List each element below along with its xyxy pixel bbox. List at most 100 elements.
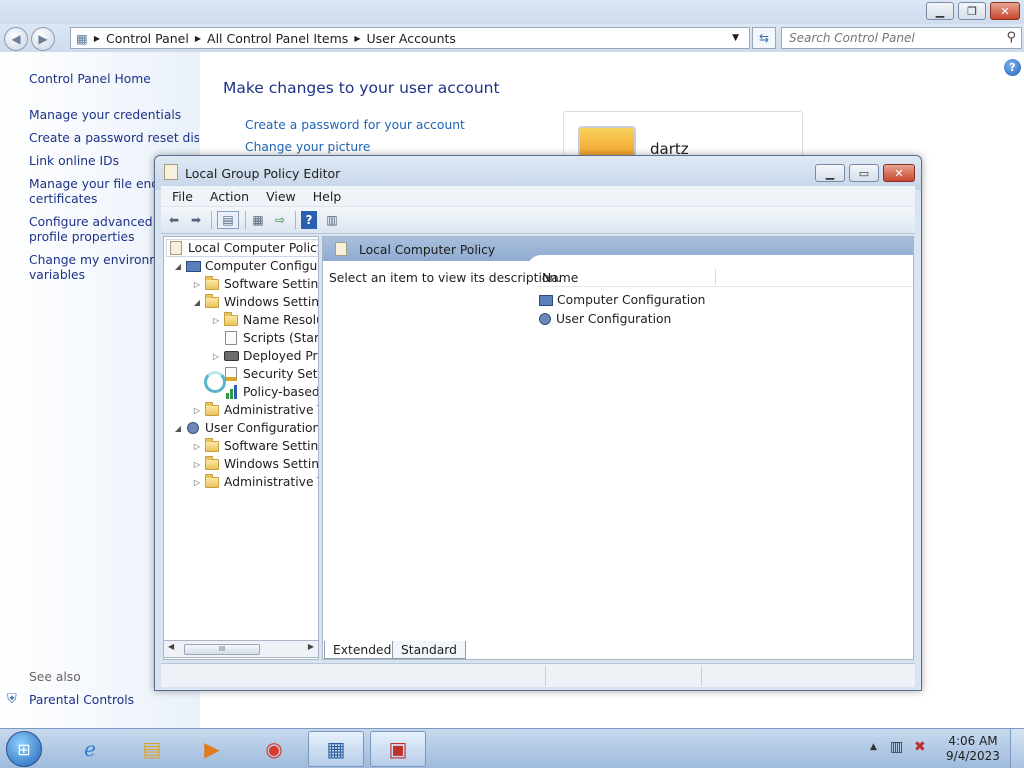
expanded-arrow-icon[interactable]: ◢ (191, 298, 203, 307)
link-create-password[interactable]: Create a password for your account (245, 118, 465, 132)
maximize-button[interactable]: ❐ (958, 2, 986, 20)
minimize-button[interactable]: ▁ (926, 2, 954, 20)
tree-node-label: Software Settings (224, 439, 319, 453)
search-box[interactable]: ⚲ (781, 27, 1022, 49)
tree-node-label: Local Computer Policy (188, 241, 319, 255)
details-header-title: Local Computer Policy (359, 243, 496, 257)
folder-icon (203, 401, 221, 418)
internet-explorer-icon[interactable]: ℯ (62, 731, 118, 767)
menu-file[interactable]: File (166, 189, 199, 204)
export-list-icon[interactable]: ⇨ (271, 211, 289, 229)
breadcrumb-control-panel[interactable]: Control Panel (106, 31, 189, 46)
tree-node-security-settings[interactable]: Security Settir (210, 365, 318, 383)
collapsed-arrow-icon[interactable]: ▷ (191, 442, 203, 451)
computer-icon (184, 258, 202, 274)
tree-node-label: Computer Configura (205, 259, 319, 273)
tree-node-user-software-settings[interactable]: ▷ Software Settings (191, 437, 319, 455)
menu-view[interactable]: View (260, 189, 302, 204)
view-tabs: Extended Standard (322, 640, 914, 662)
system-clock[interactable]: 4:06 AM 9/4/2023 (946, 734, 1000, 764)
control-panel-taskbar-icon[interactable]: ▦ (308, 731, 364, 767)
tree-node-windows-settings[interactable]: ◢ Windows Setting (191, 293, 318, 311)
link-password-reset-disk[interactable]: Create a password reset disk (29, 131, 199, 146)
expanded-arrow-icon[interactable]: ◢ (172, 262, 184, 271)
menu-action[interactable]: Action (204, 189, 255, 204)
tree-node-user-administrative-templates[interactable]: ▷ Administrative Te (191, 473, 318, 491)
users-icon (539, 313, 551, 325)
link-control-panel-home[interactable]: Control Panel Home (29, 72, 199, 87)
help-icon[interactable]: ? (1004, 59, 1021, 76)
tab-standard[interactable]: Standard (392, 641, 466, 659)
policy-document-icon (335, 242, 347, 256)
link-manage-credentials[interactable]: Manage your credentials (29, 108, 199, 123)
forward-button[interactable]: ▶ (31, 27, 55, 51)
expanded-arrow-icon[interactable]: ◢ (172, 424, 184, 433)
gpe-minimize-button[interactable]: ▁ (815, 164, 845, 182)
media-player-icon[interactable]: ▶ (184, 731, 240, 767)
tree-node-user-windows-settings[interactable]: ▷ Windows Setting (191, 455, 318, 473)
collapsed-arrow-icon[interactable]: ▷ (191, 406, 203, 415)
scroll-left-icon[interactable]: ◀ (168, 642, 174, 651)
search-input[interactable] (782, 28, 992, 48)
close-button[interactable]: ✕ (990, 2, 1020, 20)
cp-title-bar: ▁ ❐ ✕ (0, 0, 1024, 24)
show-hidden-icons-icon[interactable]: ▲ (870, 742, 877, 752)
search-icon[interactable]: ⚲ (1006, 30, 1016, 45)
tab-extended[interactable]: Extended (324, 641, 401, 659)
chrome-icon[interactable]: ◉ (246, 731, 302, 767)
properties-icon[interactable]: ▦ (249, 211, 267, 229)
tree-node-user-configuration[interactable]: ◢ User Configuration (172, 419, 319, 437)
back-arrow-icon[interactable]: ⬅ (165, 211, 183, 229)
folder-icon (203, 275, 221, 292)
breadcrumb-user-accounts[interactable]: User Accounts (366, 31, 455, 46)
forward-arrow-icon[interactable]: ➡ (187, 211, 205, 229)
scroll-thumb[interactable]: III (184, 644, 260, 655)
show-desktop-button[interactable] (1010, 729, 1024, 768)
start-button[interactable]: ⊞ (6, 731, 42, 767)
collapsed-arrow-icon[interactable]: ▷ (210, 316, 222, 325)
column-header-name[interactable]: Name (537, 267, 913, 287)
gpe-maximize-button[interactable]: ▭ (849, 164, 879, 182)
address-bar[interactable]: ▦ ▶ Control Panel ▶ All Control Panel It… (70, 27, 750, 49)
cp-navigation-bar: ◀ ▶ ▦ ▶ Control Panel ▶ All Control Pane… (0, 24, 1024, 52)
show-hide-action-pane-icon[interactable]: ▥ (323, 211, 341, 229)
gpe-close-button[interactable]: ✕ (883, 164, 915, 182)
volume-muted-icon[interactable]: ✖ (914, 739, 926, 755)
details-header: Local Computer Policy (323, 237, 913, 275)
network-icon[interactable]: ▥ (890, 739, 903, 755)
show-hide-console-tree-icon[interactable]: ▤ (217, 211, 239, 229)
list-item-computer-configuration[interactable]: Computer Configuration (539, 291, 705, 309)
users-icon (184, 420, 202, 436)
tree-node-local-computer-policy[interactable]: Local Computer Policy (166, 239, 319, 257)
tree-horizontal-scrollbar[interactable]: ◀ III ▶ (163, 640, 319, 658)
tree-node-software-settings[interactable]: ▷ Software Settings (191, 275, 318, 293)
group-policy-taskbar-icon[interactable]: ▣ (370, 731, 426, 767)
scroll-right-icon[interactable]: ▶ (308, 642, 314, 651)
collapsed-arrow-icon[interactable]: ▷ (191, 478, 203, 487)
tree-node-name-resolution[interactable]: ▷ Name Resolu (210, 311, 318, 329)
tree-node-label: User Configuration (205, 421, 319, 435)
chevron-right-icon: ▶ (194, 33, 202, 43)
back-button[interactable]: ◀ (4, 27, 28, 51)
link-change-picture[interactable]: Change your picture (245, 140, 371, 154)
menu-help[interactable]: Help (307, 189, 348, 204)
policy-document-icon (164, 164, 178, 180)
breadcrumb-all-items[interactable]: All Control Panel Items (207, 31, 348, 46)
tree-node-scripts[interactable]: Scripts (Startu (210, 329, 318, 347)
help-icon[interactable]: ? (301, 211, 317, 229)
collapsed-arrow-icon[interactable]: ▷ (210, 352, 222, 361)
collapsed-arrow-icon[interactable]: ▷ (191, 460, 203, 469)
tree-node-computer-configuration[interactable]: ◢ Computer Configura (172, 257, 319, 275)
chevron-down-icon[interactable]: ▼ (732, 33, 739, 43)
collapsed-arrow-icon[interactable]: ▷ (191, 280, 203, 289)
file-explorer-icon[interactable]: ▤ (124, 731, 180, 767)
refresh-button[interactable]: ⇆ (752, 27, 776, 49)
tree-node-deployed-printers[interactable]: ▷ Deployed Prir (210, 347, 318, 365)
link-parental-controls[interactable]: Parental Controls (29, 693, 199, 708)
clock-date: 9/4/2023 (946, 749, 1000, 763)
list-item-user-configuration[interactable]: User Configuration (539, 310, 671, 328)
tree-node-policy-based-qos[interactable]: Policy-based (210, 383, 318, 401)
tree-node-label: Security Settir (243, 367, 318, 381)
gpe-title-bar: Local Group Policy Editor ▁ ▭ ✕ (155, 156, 921, 190)
tree-node-administrative-templates[interactable]: ▷ Administrative Te (191, 401, 318, 419)
